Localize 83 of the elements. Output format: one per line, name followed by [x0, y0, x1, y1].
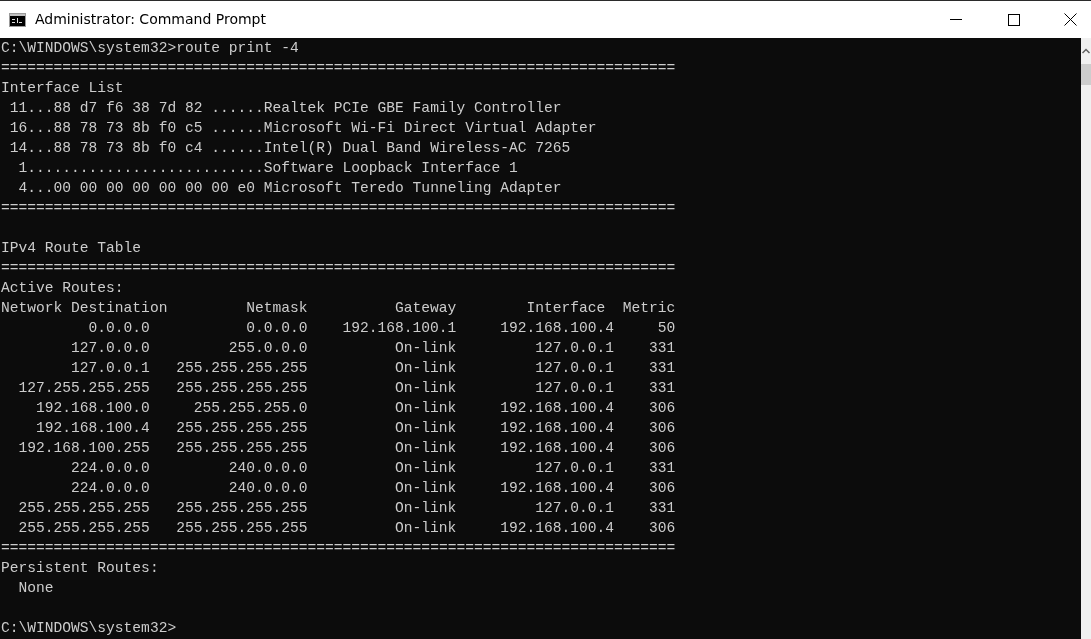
table-cell-text: 0.0.0.0 [87, 319, 150, 338]
table-cell-text: On-link [394, 499, 457, 518]
window-title: Administrator: Command Prompt [35, 10, 266, 29]
column-header: Gateway [394, 299, 457, 318]
console-line: C:\WINDOWS\system32>route print -4 [1, 39, 299, 58]
table-cell-text: On-link [394, 459, 457, 478]
table-cell-text: 127.0.0.1 [534, 359, 614, 378]
table-cell-text: 255.255.255.255 [175, 359, 308, 378]
scrollbar-thumb[interactable] [1081, 64, 1091, 85]
console-line: 11...88 d7 f6 38 7d 82 ......Realtek PCIe GBE Family Controller [8, 99, 562, 118]
console-line: ============================================================================= [1, 259, 676, 278]
table-cell-text: On-link [394, 419, 457, 438]
table-cell-text: 127.0.0.0 [70, 339, 150, 358]
table-cell-text: On-link [394, 519, 457, 538]
table-cell-text: 331 [648, 459, 676, 478]
console-line: Active Routes: [1, 279, 124, 298]
table-cell-text: 50 [656, 319, 676, 338]
column-header: Metric [621, 299, 676, 318]
table-cell-text: 255.255.255.255 [175, 439, 308, 458]
console-line: 1...........................Software Loopback Interface 1 [17, 159, 518, 178]
console-line: 16...88 78 73 8b f0 c5 ......Microsoft Wi-Fi Direct Virtual Adapter [8, 119, 597, 138]
table-cell-text: On-link [394, 399, 457, 418]
table-cell-text: 255.255.255.255 [17, 519, 150, 538]
table-cell-text: 192.168.100.4 [499, 439, 614, 458]
console-line: Persistent Routes: [1, 559, 159, 578]
table-cell-text: 192.168.100.4 [499, 399, 614, 418]
table-cell-text: 331 [648, 499, 676, 518]
console-line: ============================================================================= [1, 59, 676, 78]
column-header: Network Destination [1, 299, 168, 318]
console-app-icon [9, 12, 26, 27]
table-cell-text: 331 [648, 379, 676, 398]
table-cell-text: 255.0.0.0 [227, 339, 308, 358]
column-header: Interface [525, 299, 606, 318]
console-line: ============================================================================= [1, 539, 676, 558]
table-cell-text: 255.255.255.255 [17, 499, 150, 518]
table-cell-text: On-link [394, 339, 457, 358]
console-line: Interface List [1, 79, 124, 98]
maximize-icon [1008, 13, 1020, 26]
table-cell-text: On-link [394, 379, 457, 398]
console-line: None [17, 579, 54, 598]
table-cell-text: 192.168.100.255 [17, 439, 150, 458]
table-cell-text: 306 [648, 399, 676, 418]
table-cell-text: 192.168.100.4 [499, 479, 614, 498]
table-cell-text: 192.168.100.4 [499, 319, 614, 338]
table-cell-text: 192.168.100.4 [35, 419, 150, 438]
table-cell-text: 306 [648, 419, 676, 438]
table-cell-text: 306 [648, 479, 676, 498]
table-cell-text: 192.168.100.4 [499, 519, 614, 538]
table-cell-text: On-link [394, 479, 457, 498]
console-line: 4...00 00 00 00 00 00 00 e0 Microsoft Teredo Tunneling Adapter [17, 179, 562, 198]
table-cell-text: 331 [648, 359, 676, 378]
table-cell-text: 192.168.100.0 [35, 399, 150, 418]
table-cell-text: 192.168.100.4 [499, 419, 614, 438]
table-cell-text: 127.0.0.1 [534, 379, 614, 398]
table-cell-text: 127.0.0.1 [534, 339, 614, 358]
table-cell-text: 0.0.0.0 [245, 319, 308, 338]
table-cell-text: 127.0.0.1 [534, 499, 614, 518]
table-cell-text: 255.255.255.255 [175, 379, 308, 398]
table-cell-text: 192.168.100.1 [341, 319, 457, 338]
console-line: 14...88 78 73 8b f0 c4 ......Intel(R) Dual Band Wireless-AC 7265 [8, 139, 571, 158]
table-cell-text: 127.0.0.1 [70, 359, 150, 378]
table-cell-text: 331 [648, 339, 676, 358]
table-cell-text: 224.0.0.0 [70, 459, 150, 478]
console-line: IPv4 Route Table [1, 239, 142, 258]
table-cell-text: 306 [648, 519, 676, 538]
vertical-scrollbar[interactable] [1081, 38, 1091, 639]
column-header: Netmask [245, 299, 308, 318]
table-cell-text: 255.255.255.0 [192, 399, 308, 418]
table-cell-text: On-link [394, 439, 457, 458]
table-cell-text: 255.255.255.255 [175, 419, 308, 438]
console-line: ============================================================================= [1, 199, 676, 218]
console-line: C:\WINDOWS\system32> [1, 619, 177, 638]
table-cell-text: 255.255.255.255 [175, 499, 308, 518]
table-cell-text: 306 [648, 439, 676, 458]
minimize-icon [950, 19, 962, 20]
table-cell-text: 240.0.0.0 [227, 459, 308, 478]
table-cell-text: 127.0.0.1 [534, 459, 614, 478]
table-cell-text: 224.0.0.0 [70, 479, 150, 498]
table-cell-text: 240.0.0.0 [227, 479, 308, 498]
table-cell-text: 127.255.255.255 [17, 379, 150, 398]
close-icon [1063, 13, 1077, 26]
table-cell-text: 255.255.255.255 [175, 519, 308, 538]
table-cell-text: On-link [394, 359, 457, 378]
